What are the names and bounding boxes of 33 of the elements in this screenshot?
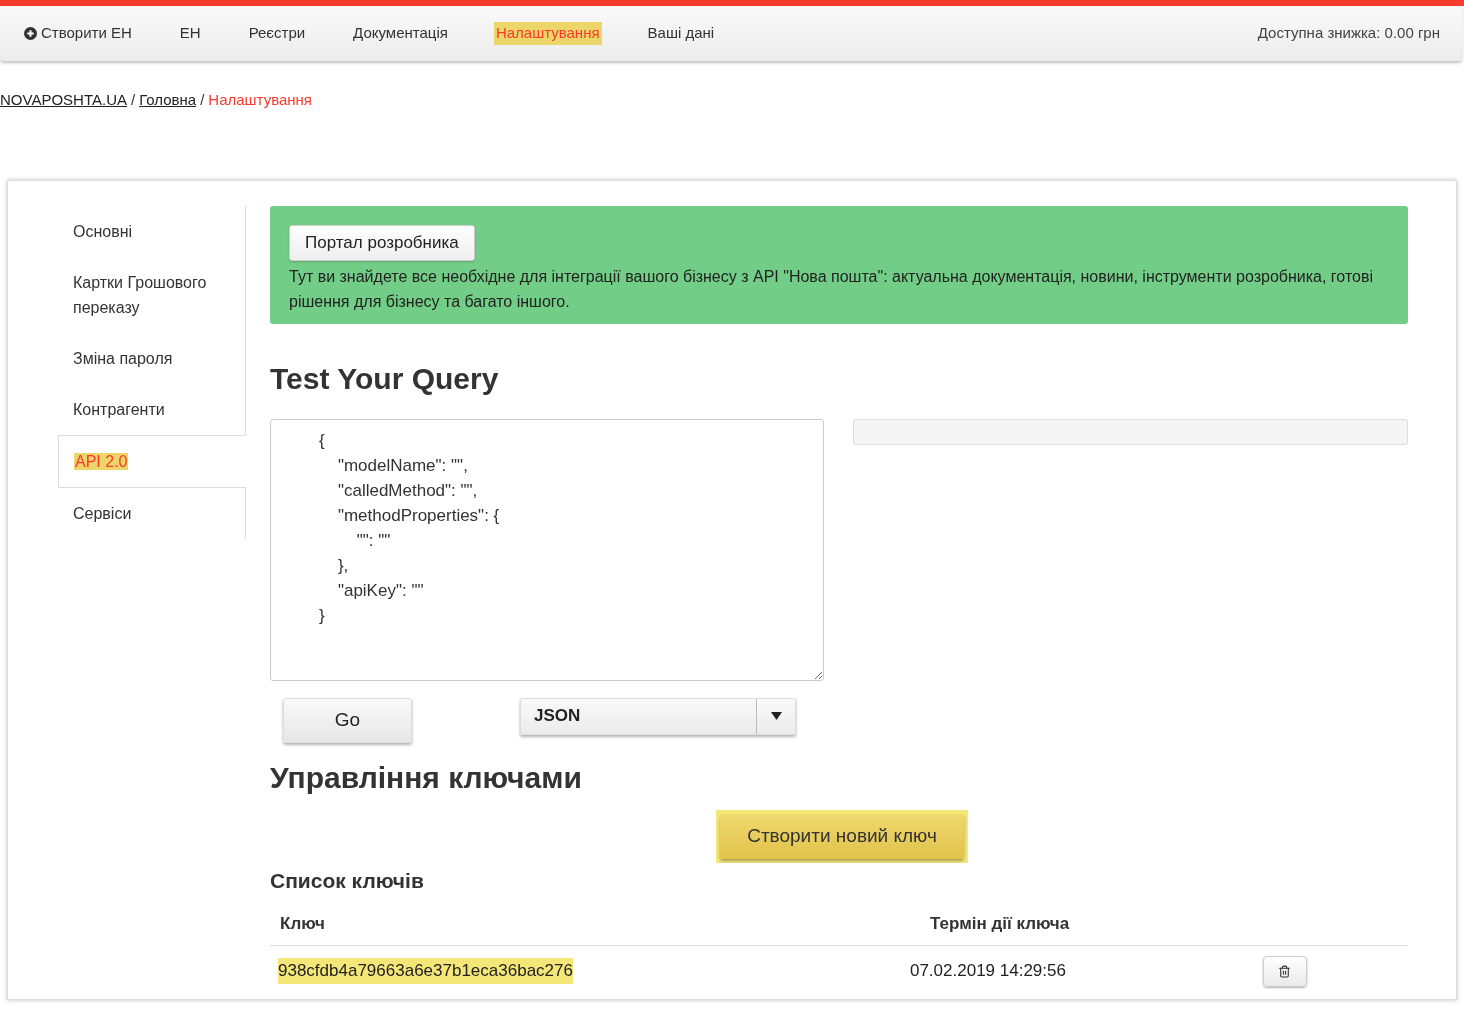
- developer-portal-button[interactable]: Портал розробника: [289, 224, 475, 261]
- format-dropdown[interactable]: JSON: [520, 697, 796, 735]
- create-key-button[interactable]: Створити новий ключ: [716, 809, 968, 863]
- query-code-field[interactable]: { "modelName": "", "calledMethod": "", "methodProperties": { "": "" }, "apiKey": "" }: [270, 418, 824, 681]
- sidebar-item[interactable]: Основні: [58, 205, 246, 257]
- column-header: Термін дії ключа: [930, 912, 1070, 935]
- breadcrumb-link[interactable]: NOVAPOSHTA.UA: [0, 89, 127, 112]
- nav-link[interactable]: Створити ЕН: [22, 22, 134, 45]
- sidebar-item[interactable]: Картки Грошового переказу: [58, 256, 246, 333]
- sidebar-item[interactable]: Сервіси: [58, 487, 246, 539]
- sidebar-item[interactable]: Зміна пароля: [58, 332, 246, 384]
- api-key-text: 938cfdb4a79663a6e37b1eca36bac276: [278, 958, 573, 984]
- sidebar-item[interactable]: Контрагенти: [58, 383, 246, 435]
- plus-circle-icon: [24, 27, 37, 40]
- delete-button[interactable]: [1262, 955, 1307, 987]
- breadcrumb-current: Налаштування: [208, 90, 312, 110]
- column-header: Ключ: [280, 912, 326, 935]
- table-cell-text: 07.02.2019 14:29:56: [909, 960, 1066, 983]
- nav-link[interactable]: Ваші дані: [645, 22, 717, 45]
- section-title: Test Your Query: [270, 360, 500, 397]
- nav-link[interactable]: ЕН: [177, 22, 203, 45]
- nav-link[interactable]: Документація: [351, 22, 450, 45]
- trash-icon: [1278, 964, 1292, 978]
- banner-text: Тут ви знайдете все необхідне для інтеграції вашого бізнесу з API "Нова пошта": актуальна документація, новини, інструменти розробника, готові рішення для бізнесу та багато іншого.: [289, 266, 1374, 312]
- nav-link[interactable]: Реєстри: [246, 22, 308, 45]
- subsection-title: Список ключів: [270, 867, 425, 894]
- breadcrumb-separator: /: [130, 90, 136, 110]
- section-title: Управління ключами: [270, 759, 583, 796]
- discount-text: Доступна знижка: 0.00 грн: [1257, 23, 1440, 44]
- caret-icon: [770, 712, 782, 720]
- breadcrumb-link[interactable]: Головна: [139, 89, 197, 112]
- breadcrumb-separator: /: [200, 90, 205, 110]
- go-button[interactable]: Go: [283, 697, 412, 743]
